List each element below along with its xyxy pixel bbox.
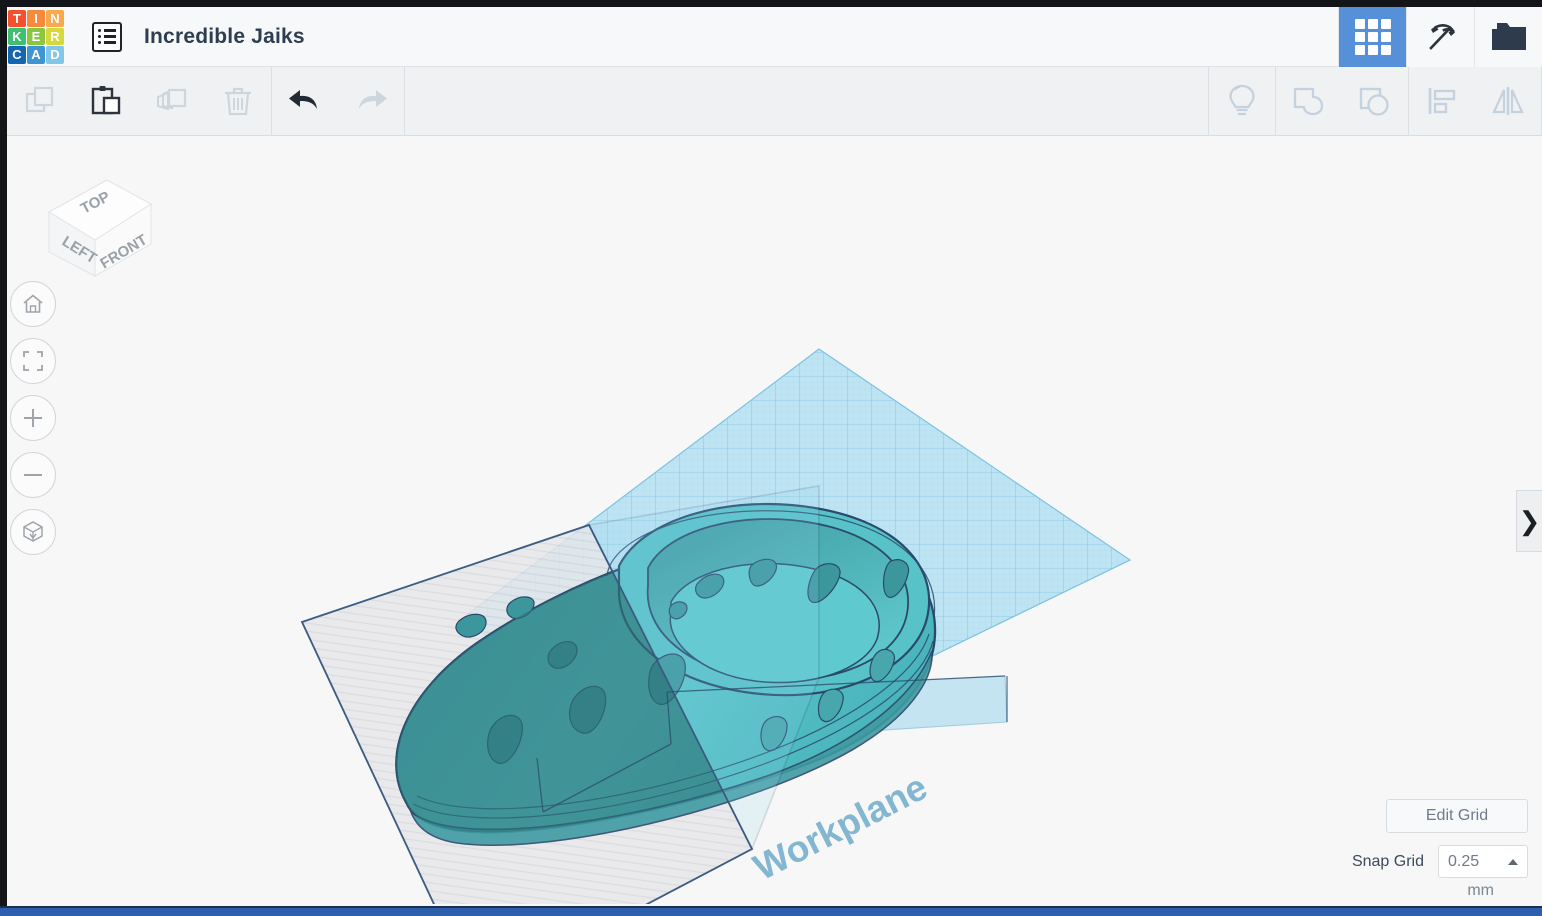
toolbar-group-history [272, 67, 404, 136]
right-panel-toggle[interactable]: ❯ [1516, 490, 1542, 552]
grid-controls: Edit Grid Snap Grid 0.25 mm [1352, 799, 1528, 900]
scene-canvas: Workplane [7, 136, 1542, 904]
menu-dot [98, 29, 101, 32]
logo-cell-r: R [46, 27, 64, 46]
plus-icon [24, 409, 42, 427]
pickaxe-icon [1428, 23, 1455, 50]
align-button[interactable] [1409, 67, 1475, 136]
fit-frame-icon [23, 351, 43, 371]
grid-cell [1380, 18, 1391, 29]
duplicate-button[interactable] [139, 67, 205, 136]
duplicate-icon [157, 88, 187, 111]
group-button[interactable] [1276, 67, 1342, 136]
grid-cell [1367, 44, 1378, 55]
logo-cell-n: N [46, 9, 64, 27]
redo-button[interactable] [338, 67, 404, 136]
header-tabs [1338, 6, 1542, 67]
copy-button[interactable] [7, 67, 73, 136]
toolbar-group-clipboard [7, 67, 271, 136]
undo-arrow-icon [289, 90, 317, 109]
ortho-cube-icon [23, 521, 43, 542]
projection-toggle-button[interactable] [10, 509, 56, 555]
logo-cell-t: T [8, 9, 26, 27]
tab-projects[interactable] [1474, 6, 1542, 67]
zoom-in-button[interactable] [10, 395, 56, 441]
tinkercad-window: T I N K E R C A D Incredible Jaiks Workp… [0, 0, 1542, 916]
grid-cell [1380, 44, 1391, 55]
edit-toolbar [7, 66, 1542, 136]
ungroup-shapes-icon [1359, 87, 1389, 116]
mirror-button[interactable] [1475, 67, 1541, 136]
ungroup-button[interactable] [1342, 67, 1408, 136]
tinkercad-logo[interactable]: T I N K E R C A D [8, 9, 64, 64]
trash-icon [225, 87, 251, 116]
mirror-icon [1492, 87, 1524, 115]
logo-cell-e: E [27, 27, 45, 46]
menu-dot [98, 41, 101, 44]
grid-cell [1367, 18, 1378, 29]
menu-dot [98, 35, 101, 38]
menu-line [104, 35, 116, 38]
chevron-right-icon: ❯ [1518, 506, 1541, 536]
edit-grid-button[interactable]: Edit Grid [1386, 799, 1528, 833]
snap-grid-value: 0.25 [1448, 852, 1480, 870]
logo-cell-k: K [8, 27, 26, 46]
undo-button[interactable] [272, 67, 338, 136]
lightbulb-icon [1229, 84, 1255, 116]
logo-cell-d: D [46, 46, 64, 64]
window-top-band [0, 0, 1542, 7]
snap-grid-row: Snap Grid 0.25 [1352, 845, 1528, 878]
paste-button[interactable] [73, 67, 139, 136]
snap-grid-unit: mm [1467, 882, 1494, 899]
snap-grid-select[interactable]: 0.25 [1438, 845, 1528, 878]
delete-button[interactable] [205, 67, 271, 136]
toolbar-group-grouping [1276, 67, 1408, 136]
menu-line [104, 41, 116, 44]
redo-arrow-icon [359, 90, 387, 109]
tab-blocks-editor[interactable] [1406, 6, 1474, 67]
3d-viewport[interactable]: Workplane [7, 136, 1542, 904]
app-header: T I N K E R C A D Incredible Jaiks [7, 6, 1542, 67]
group-shapes-icon [1293, 87, 1324, 116]
grid-icon [1354, 18, 1391, 55]
home-view-button[interactable] [10, 281, 56, 327]
folder-icon [1491, 22, 1526, 50]
menu-row-3 [98, 41, 116, 44]
logo-cell-i: I [27, 9, 45, 27]
view-nav-controls [10, 281, 56, 555]
page-title[interactable]: Incredible Jaiks [144, 25, 305, 49]
copy-icon [25, 86, 54, 113]
tab-grid-view[interactable] [1338, 6, 1406, 67]
menu-row-1 [98, 29, 116, 32]
window-left-edge [0, 0, 7, 909]
toolbar-group-arrange [1409, 67, 1541, 136]
home-icon [23, 294, 43, 313]
grid-cell [1354, 44, 1365, 55]
align-icon [1428, 88, 1456, 114]
paste-icon [91, 86, 121, 115]
menu-row-2 [98, 35, 116, 38]
caret-up-icon [1508, 858, 1518, 865]
logo-cell-a: A [27, 46, 45, 64]
grid-cell [1354, 18, 1365, 29]
zoom-out-button[interactable] [10, 452, 56, 498]
grid-cell [1367, 31, 1378, 42]
window-bottom-bar [0, 906, 1542, 916]
logo-cell-c: C [8, 46, 26, 64]
fit-view-button[interactable] [10, 338, 56, 384]
menu-line [104, 29, 116, 32]
toolbar-group-notes [1209, 67, 1275, 136]
snap-grid-label: Snap Grid [1351, 852, 1424, 870]
notes-button[interactable] [1209, 67, 1275, 136]
grid-cell [1380, 31, 1391, 42]
minus-icon [24, 474, 42, 476]
list-menu-icon[interactable] [92, 21, 122, 52]
grid-cell [1354, 31, 1365, 42]
